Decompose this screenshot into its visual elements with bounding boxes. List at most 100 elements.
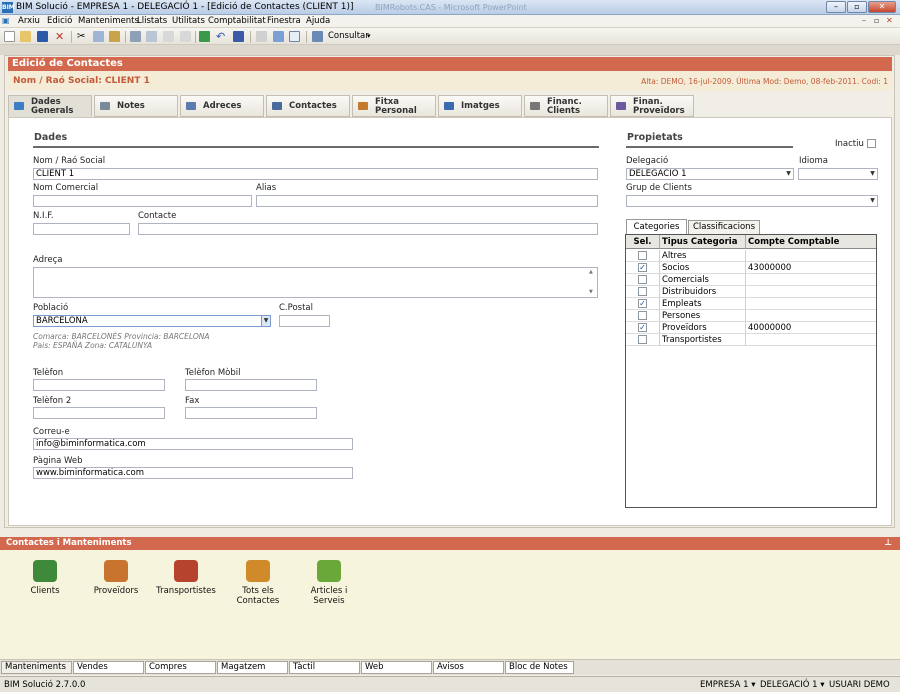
fax-field[interactable] [185,407,317,419]
category-row[interactable]: ✓ Proveïdors 40000000 [626,322,876,334]
idioma-select[interactable]: ▼ [798,168,878,180]
category-row[interactable]: Comercials [626,274,876,286]
delegacio-dropdown-icon[interactable]: ▼ [784,169,793,179]
export-icon[interactable] [180,31,191,42]
subtab-classificacions[interactable]: Classificacions [688,220,760,235]
delete-icon[interactable]: ✕ [55,31,66,42]
poblacio-dropdown-icon[interactable]: ▼ [261,316,270,326]
menu-llistats[interactable]: Llistats [137,16,167,26]
module-tab-magatzem[interactable]: Magatzem [217,661,288,674]
module-tab-vendes[interactable]: Vendes [73,661,144,674]
alias-field[interactable] [256,195,598,207]
category-row[interactable]: Persones [626,310,876,322]
minimize-button[interactable]: – [826,1,846,13]
category-row[interactable]: ✓ Empleats [626,298,876,310]
consult-button[interactable]: Consultar [328,31,369,41]
telefon-field[interactable] [33,379,165,391]
grup-select[interactable]: ▼ [626,195,878,207]
poblacio-select[interactable]: BARCELONA ▼ [33,315,271,327]
refresh-icon[interactable] [199,31,210,42]
module-tab-manteniments[interactable]: Manteniments [1,661,72,674]
grup-dropdown-icon[interactable]: ▼ [868,196,877,206]
menu-manteniments[interactable]: Manteniments [78,16,139,26]
open-icon[interactable] [20,31,31,42]
row-checkbox[interactable] [638,251,647,260]
new-icon[interactable] [4,31,15,42]
module-tab-bloc-notes[interactable]: Bloc de Notes [505,661,574,674]
correu-field[interactable]: info@biminformatica.com [33,438,353,450]
category-row[interactable]: ✓ Socios 43000000 [626,262,876,274]
tab-contactes[interactable]: Contactes [266,95,350,117]
mobil-field[interactable] [185,379,317,391]
category-row[interactable]: Altres [626,250,876,262]
maximize-button[interactable]: ▫ [847,1,867,13]
scroll-up-icon[interactable]: ▲ [589,269,593,275]
row-checkbox[interactable]: ✓ [638,323,647,332]
mdi-close-icon[interactable]: ✕ [886,16,893,25]
web-field[interactable]: www.biminformatica.com [33,467,353,479]
adreca-field[interactable] [33,267,598,298]
tab-adreces[interactable]: Adreces [180,95,264,117]
empresa-selector[interactable]: EMPRESA 1 ▾ [700,680,756,690]
nom-field[interactable]: CLIENT 1 [33,168,598,180]
tab-financ-clients[interactable]: Financ. Clients [524,95,608,117]
tab-finan-proveidors[interactable]: Finan. Proveïdors [610,95,694,117]
shortcut-tots-contactes[interactable]: Tots els Contactes [226,560,290,606]
print-preview-icon[interactable] [146,31,157,42]
print-icon[interactable] [130,31,141,42]
save-icon[interactable] [37,31,48,42]
list-icon[interactable] [256,31,267,42]
row-checkbox[interactable] [638,311,647,320]
telefon2-field[interactable] [33,407,165,419]
module-tab-compres[interactable]: Compres [145,661,216,674]
copy-icon[interactable] [93,31,104,42]
mdi-minimize-icon[interactable]: – [862,16,866,25]
nom-comercial-field[interactable] [33,195,252,207]
close-button[interactable]: ✕ [868,1,896,13]
record-icon[interactable] [233,31,244,42]
module-tab-tactil[interactable]: Tàctil [289,661,360,674]
find-icon[interactable] [163,31,174,42]
category-row[interactable]: Transportistes [626,334,876,346]
menu-utilitats[interactable]: Utilitats [172,16,205,26]
pin-icon[interactable]: ⊥ [884,537,892,550]
menu-edicio[interactable]: Edició [47,16,72,26]
tab-fitxa-personal[interactable]: Fitxa Personal [352,95,436,117]
row-checkbox[interactable]: ✓ [638,299,647,308]
consult-icon[interactable] [312,31,323,42]
shortcut-articles-serveis[interactable]: Articles i Serveis [297,560,361,606]
row-checkbox[interactable] [638,335,647,344]
form-view-icon[interactable] [273,31,284,42]
tab-notes[interactable]: Notes [94,95,178,117]
consult-dropdown-icon[interactable]: ▾ [367,32,371,40]
cut-icon[interactable]: ✂ [77,31,88,42]
shortcut-clients[interactable]: Clients [13,560,77,596]
paste-icon[interactable] [109,31,120,42]
row-checkbox[interactable]: ✓ [638,263,647,272]
contacte-field[interactable] [138,223,598,235]
tab-imatges[interactable]: Imatges [438,95,522,117]
category-row[interactable]: Distribuidors [626,286,876,298]
scroll-down-icon[interactable]: ▼ [589,289,593,295]
menu-finestra[interactable]: Finestra [267,16,301,26]
shortcut-transportistes[interactable]: Transportistes [154,560,218,596]
nif-field[interactable] [33,223,130,235]
subtab-categories[interactable]: Categories [626,219,687,235]
inactiu-checkbox[interactable] [867,139,876,148]
mdi-restore-icon[interactable]: ▫ [874,16,879,25]
delegacio-selector[interactable]: DELEGACIÓ 1 ▾ [760,680,825,690]
menu-ajuda[interactable]: Ajuda [306,16,330,26]
module-tab-avisos[interactable]: Avisos [433,661,504,674]
filter-icon[interactable] [289,31,300,42]
shortcut-proveidors[interactable]: Proveïdors [84,560,148,596]
tab-dades-generals[interactable]: Dades Generals [8,95,92,117]
idioma-dropdown-icon[interactable]: ▼ [868,169,877,179]
module-tab-web[interactable]: Web [361,661,432,674]
undo-icon[interactable]: ↶ [216,31,227,42]
cpostal-field[interactable] [279,315,330,327]
row-checkbox[interactable] [638,287,647,296]
row-checkbox[interactable] [638,275,647,284]
delegacio-select[interactable]: DELEGACIÓ 1 ▼ [626,168,794,180]
menu-comptabilitat[interactable]: Comptabilitat [208,16,266,26]
menu-arxiu[interactable]: Arxiu [18,16,40,26]
